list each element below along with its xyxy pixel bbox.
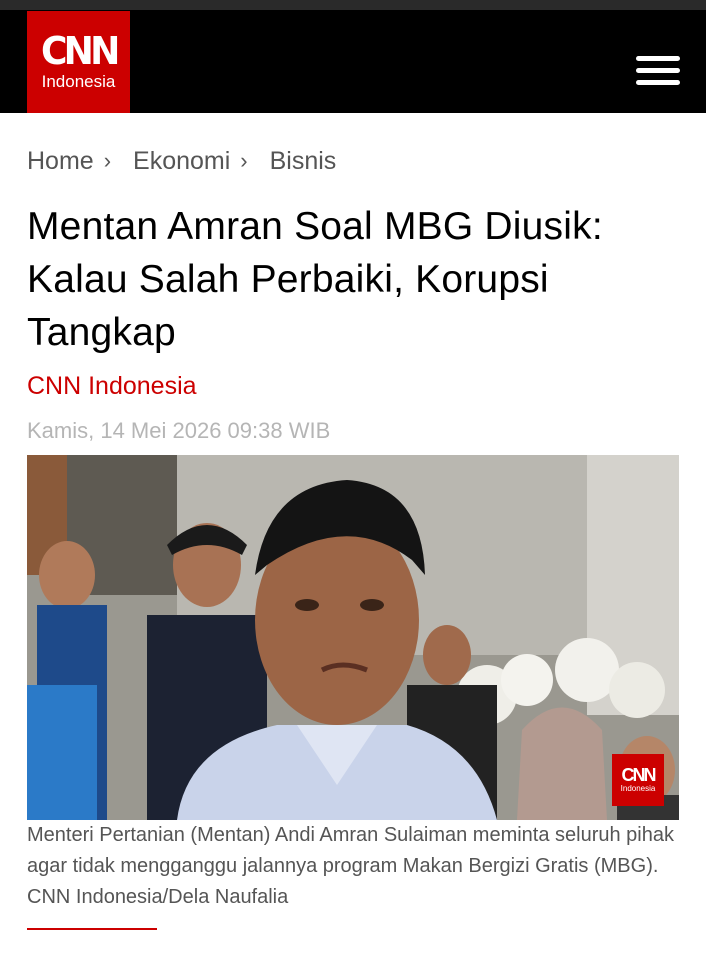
- chevron-right-icon: ›: [103, 148, 112, 173]
- logo-subtitle: Indonesia: [41, 72, 116, 91]
- breadcrumb-ekonomi[interactable]: Ekonomi: [133, 147, 230, 176]
- menu-bar: [636, 56, 680, 61]
- logo-mark: CNN: [40, 29, 120, 73]
- breadcrumb: Home › Ekonomi › Bisnis: [27, 144, 336, 178]
- article-source[interactable]: CNN Indonesia: [27, 372, 197, 401]
- article-title: Mentan Amran Soal MBG Diusik: Kalau Sala…: [27, 205, 603, 354]
- section-divider: [27, 928, 157, 930]
- article-photo[interactable]: CNN Indonesia: [27, 455, 679, 820]
- status-strip: [0, 0, 706, 10]
- breadcrumb-home[interactable]: Home: [27, 147, 94, 176]
- chevron-right-icon: ›: [240, 148, 248, 173]
- breadcrumb-bisnis[interactable]: Bisnis: [270, 147, 337, 176]
- photo-illustration: [27, 455, 679, 820]
- site-header: CNN Indonesia: [0, 10, 706, 113]
- cnn-watermark-logo: CNN Indonesia: [612, 754, 664, 806]
- article-date: Kamis, 14 Mei 2026 09:38 WIB: [27, 418, 331, 443]
- menu-bar: [636, 80, 680, 85]
- watermark-subtitle: Indonesia: [620, 784, 656, 793]
- watermark-mark: CNN: [621, 765, 657, 785]
- cnn-indonesia-logo[interactable]: CNN Indonesia: [27, 11, 130, 113]
- photo-caption: Menteri Pertanian (Mentan) Andi Amran Su…: [27, 824, 674, 908]
- hamburger-menu-icon[interactable]: [636, 56, 680, 86]
- menu-bar: [636, 68, 680, 73]
